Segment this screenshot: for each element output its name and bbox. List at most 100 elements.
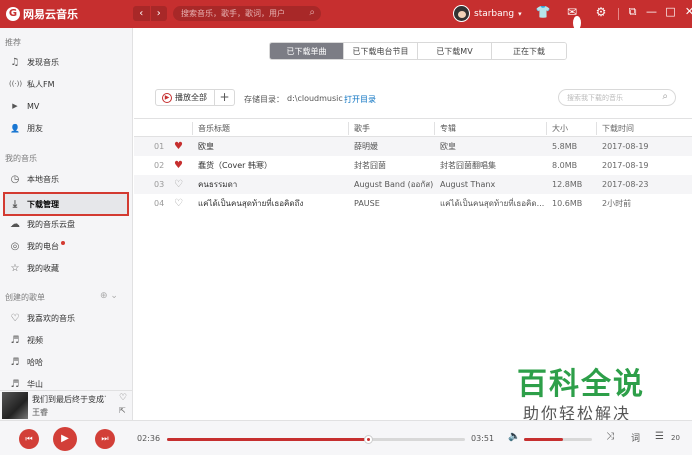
total-time: 03:51 xyxy=(471,434,495,443)
song-album[interactable]: แค่ได้เป็นคนสุดท้ายที่เธอคิด... xyxy=(440,194,546,213)
tab-downloading[interactable]: 正在下载 xyxy=(492,43,566,59)
sidebar-item-friends[interactable]: 👤 朋友 xyxy=(5,118,128,138)
music-note-icon: ♫ xyxy=(10,56,20,68)
title-bar: G 网易云音乐 ‹ › ⌕ starbang ▾ 👕 ✉1 ⚙ ⧉ — □ ✕ xyxy=(0,0,692,30)
search-icon[interactable]: ⌕ xyxy=(309,7,315,18)
minimize-icon[interactable]: — xyxy=(646,5,657,19)
heart-icon[interactable]: ♡ xyxy=(119,393,127,403)
song-artist[interactable]: August Band (ออกัส) xyxy=(354,175,434,194)
table-row[interactable]: 02 ♥ 蠢货（Cover 韩寒） 封茗囧菌 封茗囧菌翻唱集 8.0MB 201… xyxy=(134,156,692,175)
playlist-icon: ♬ xyxy=(10,378,20,390)
search-icon[interactable]: ⌕ xyxy=(662,91,668,102)
chevron-down-icon[interactable]: ▾ xyxy=(518,10,522,18)
now-playing-artist[interactable]: 王睿 xyxy=(32,407,48,418)
maximize-icon[interactable]: □ xyxy=(665,5,676,19)
now-playing-mini[interactable]: 我们到最后终于变成了… 王睿 ♡ ⇱ xyxy=(0,390,133,420)
sidebar-item-fm[interactable]: ((·)) 私人FM xyxy=(5,74,128,94)
album-cover[interactable] xyxy=(2,392,28,419)
song-album[interactable]: 封茗囧菌翻唱集 xyxy=(440,156,546,175)
header-album[interactable]: 专辑 xyxy=(440,119,546,138)
song-title[interactable]: 欧皇 xyxy=(198,137,348,156)
app-logo[interactable]: G 网易云音乐 xyxy=(6,6,78,22)
next-track-button[interactable]: ⏭ xyxy=(95,429,115,449)
sidebar-item-my-radio[interactable]: ◎ 我的电台 xyxy=(5,236,128,256)
volume-slider[interactable] xyxy=(524,438,592,441)
tab-downloaded-mv[interactable]: 已下载MV xyxy=(418,43,492,59)
song-title[interactable]: แค่ได้เป็นคนสุดท้ายที่เธอคิดถึง xyxy=(198,194,348,213)
play-all-button[interactable]: ▶ 播放全部 xyxy=(155,89,215,106)
volume-fill xyxy=(524,438,564,441)
playlist-tools[interactable]: ⊕ ⌄ xyxy=(100,291,118,301)
header-artist[interactable]: 歌手 xyxy=(354,119,434,138)
search-input[interactable] xyxy=(181,7,301,20)
sidebar-item-label: 私人FM xyxy=(27,79,55,89)
sidebar-item-label: 哈哈 xyxy=(27,357,43,367)
sidebar-item-playlist[interactable]: ♬ 哈哈 xyxy=(5,352,128,372)
volume-icon[interactable]: 🔈 xyxy=(508,431,520,442)
column-divider xyxy=(348,122,349,135)
friends-icon: 👤 xyxy=(10,123,20,133)
lyrics-icon[interactable]: 词 xyxy=(631,431,640,444)
section-title-created-playlists: 创建的歌单 xyxy=(5,293,45,302)
song-album[interactable]: August Thanx xyxy=(440,175,546,194)
sidebar-item-cloud-disk[interactable]: ☁ 我的音乐云盘 xyxy=(5,214,128,234)
song-time: 2小时前 xyxy=(602,199,632,208)
share-icon[interactable]: ⇱ xyxy=(119,406,126,415)
heart-outline-icon[interactable]: ♡ xyxy=(174,194,188,213)
tab-downloaded-radio[interactable]: 已下载电台节目 xyxy=(344,43,418,59)
sidebar-item-favorites[interactable]: ☆ 我的收藏 xyxy=(5,258,128,278)
forward-button[interactable]: › xyxy=(151,6,168,21)
current-time: 02:36 xyxy=(137,434,161,443)
sidebar-item-download-manager[interactable]: ⤓ 下载管理 xyxy=(3,192,129,216)
avatar[interactable] xyxy=(453,5,470,22)
sidebar-item-mv[interactable]: ▶ MV xyxy=(5,96,128,116)
download-tabs: 已下载单曲 已下载电台节目 已下载MV 正在下载 xyxy=(269,42,567,60)
song-size: 12.8MB xyxy=(552,180,583,189)
heart-filled-icon[interactable]: ♥ xyxy=(174,156,188,175)
row-index: 01 xyxy=(154,142,165,151)
song-artist[interactable]: PAUSE xyxy=(354,194,434,213)
previous-track-button[interactable]: ⏮ xyxy=(19,429,39,449)
video-icon: ▶ xyxy=(12,102,18,110)
storage-path: d:\cloudmusic xyxy=(287,94,343,103)
username[interactable]: starbang xyxy=(474,9,514,19)
header-title[interactable]: 音乐标题 xyxy=(198,119,348,138)
heart-outline-icon[interactable]: ♡ xyxy=(174,175,188,194)
sidebar-item-label: 华山 xyxy=(27,379,43,389)
shuffle-icon[interactable]: ⤨ xyxy=(606,431,614,442)
progress-handle[interactable] xyxy=(364,435,374,444)
mini-mode-icon[interactable]: ⧉ xyxy=(627,5,638,19)
star-icon: ☆ xyxy=(10,262,20,274)
playlist-icon[interactable]: ☰ xyxy=(655,431,664,442)
table-row[interactable]: 03 ♡ คนธรรมดา August Band (ออกัส) August… xyxy=(134,175,692,194)
progress-slider[interactable] xyxy=(167,435,465,444)
table-row[interactable]: 04 ♡ แค่ได้เป็นคนสุดท้ายที่เธอคิดถึง PAU… xyxy=(134,194,692,213)
sidebar-item-playlist[interactable]: ♬ 华山 xyxy=(5,374,128,390)
local-search-input[interactable] xyxy=(567,92,657,104)
history-nav: ‹ › xyxy=(133,6,167,21)
open-directory-link[interactable]: 打开目录 xyxy=(344,94,376,105)
add-to-playlist-button[interactable]: + xyxy=(215,89,235,106)
sidebar-item-liked-music[interactable]: ♡ 我喜欢的音乐 xyxy=(5,308,128,328)
heart-filled-icon[interactable]: ♥ xyxy=(174,137,188,156)
watermark-title: 百科全说 xyxy=(517,367,645,402)
play-button[interactable]: ▶ xyxy=(53,427,77,451)
sidebar-item-discover[interactable]: ♫ 发现音乐 xyxy=(5,52,128,72)
close-icon[interactable]: ✕ xyxy=(684,5,692,19)
sidebar-item-local-music[interactable]: ◷ 本地音乐 xyxy=(5,169,128,189)
song-title[interactable]: คนธรรมดา xyxy=(198,175,348,194)
tab-downloaded-songs[interactable]: 已下载单曲 xyxy=(270,43,344,59)
sidebar-item-playlist[interactable]: ♬ 视频 xyxy=(5,330,128,350)
header-size[interactable]: 大小 xyxy=(552,119,596,138)
now-playing-title[interactable]: 我们到最后终于变成了… xyxy=(32,394,106,405)
song-size: 5.8MB xyxy=(552,142,578,151)
back-button[interactable]: ‹ xyxy=(133,6,151,21)
song-artist[interactable]: 薛明媛 xyxy=(354,137,434,156)
song-artist[interactable]: 封茗囧菌 xyxy=(354,156,434,175)
song-title[interactable]: 蠢货（Cover 韩寒） xyxy=(198,156,348,175)
song-time: 2017-08-23 xyxy=(602,180,649,189)
song-album[interactable]: 欧皇 xyxy=(440,137,546,156)
table-row[interactable]: 01 ♥ 欧皇 薛明媛 欧皇 5.8MB 2017-08-19 xyxy=(134,137,692,156)
user-menu[interactable]: starbang ▾ xyxy=(453,5,522,22)
header-time[interactable]: 下载时间 xyxy=(602,119,682,138)
